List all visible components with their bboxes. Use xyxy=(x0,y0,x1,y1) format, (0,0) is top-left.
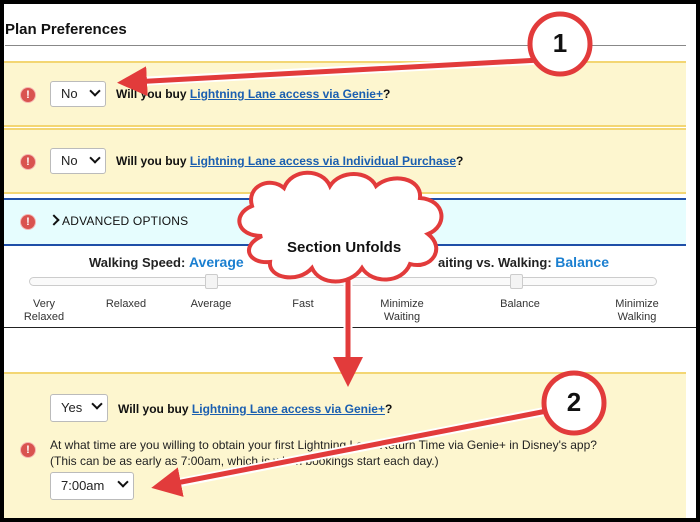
tick-label: Minimize Walking xyxy=(615,298,659,323)
individual-purchase-question-panel: ! No Will you buy Lightning Lane access … xyxy=(4,128,686,194)
chevron-down-icon xyxy=(89,152,101,164)
page-title: Plan Preferences xyxy=(5,21,127,38)
waiting-vs-walking-title: aiting vs. Walking: Balance xyxy=(438,254,609,270)
genie-plus-link[interactable]: Lightning Lane access via Genie+ xyxy=(190,87,383,101)
page: Plan Preferences ! No Will you buy Light… xyxy=(4,4,696,518)
return-time-select[interactable]: 7:00am xyxy=(50,472,134,500)
question-suffix: ? xyxy=(382,87,391,101)
chevron-down-icon xyxy=(117,476,129,488)
question-prefix: Will you buy xyxy=(116,154,187,168)
question-suffix: ? xyxy=(456,154,464,168)
walking-speed-handle[interactable] xyxy=(205,274,218,289)
alert-icon: ! xyxy=(21,88,35,102)
alert-icon: ! xyxy=(21,155,35,169)
advanced-options-label: ADVANCED OPTIONS xyxy=(62,214,189,228)
tick-label: Balance xyxy=(500,298,540,310)
screenshot-separator xyxy=(4,327,696,328)
return-time-hint: (This can be as early as 7:00am, which i… xyxy=(50,454,439,468)
question-text: Will you buy Lightning Lane access via G… xyxy=(118,402,392,416)
tick-label: Relaxed xyxy=(105,298,147,310)
walking-speed-label: Walking Speed: xyxy=(89,255,186,270)
cloud-callout-label: Section Unfolds xyxy=(287,239,402,256)
tick-label: Average xyxy=(190,298,232,310)
chevron-down-icon xyxy=(89,85,101,97)
question-suffix: ? xyxy=(384,402,393,416)
select-value: No xyxy=(61,153,78,168)
chevron-down-icon xyxy=(91,398,103,410)
genie-plus-link[interactable]: Lightning Lane access via Genie+ xyxy=(192,402,385,416)
question-text: Will you buy Lightning Lane access via G… xyxy=(116,87,390,101)
individual-purchase-link[interactable]: Lightning Lane access via Individual Pur… xyxy=(190,154,456,168)
title-divider xyxy=(5,45,686,46)
alert-icon: ! xyxy=(21,215,35,229)
return-time-question: At what time are you willing to obtain y… xyxy=(50,438,597,452)
individual-purchase-select[interactable]: No xyxy=(50,148,106,174)
genie-plus-select-expanded[interactable]: Yes xyxy=(50,394,108,422)
select-value: Yes xyxy=(61,400,83,415)
genie-plus-question-panel: ! No Will you buy Lightning Lane access … xyxy=(4,61,686,127)
chevron-right-icon xyxy=(48,214,60,226)
walking-speed-value: Average xyxy=(188,254,244,270)
genie-plus-select[interactable]: No xyxy=(50,81,106,107)
select-value: 7:00am xyxy=(61,478,105,493)
question-prefix: Will you buy xyxy=(118,402,189,416)
tick-label: Very Relaxed xyxy=(23,298,65,323)
waiting-vs-walking-handle[interactable] xyxy=(510,274,523,289)
waiting-vs-walking-label: aiting vs. Walking: xyxy=(438,255,552,270)
question-prefix: Will you buy xyxy=(116,87,187,101)
waiting-vs-walking-slider[interactable] xyxy=(349,277,657,286)
walking-speed-slider[interactable] xyxy=(29,277,369,286)
select-value: No xyxy=(61,86,78,101)
tick-label: Fast xyxy=(292,298,314,310)
alert-icon: ! xyxy=(21,443,35,457)
tick-label: Minimize Waiting xyxy=(380,298,424,323)
walking-speed-title: Walking Speed: Average xyxy=(89,254,244,270)
waiting-vs-walking-value: Balance xyxy=(555,254,609,270)
badge-1-label: 1 xyxy=(552,28,568,58)
badge-2-label: 2 xyxy=(566,387,582,417)
question-text: Will you buy Lightning Lane access via I… xyxy=(116,154,463,168)
